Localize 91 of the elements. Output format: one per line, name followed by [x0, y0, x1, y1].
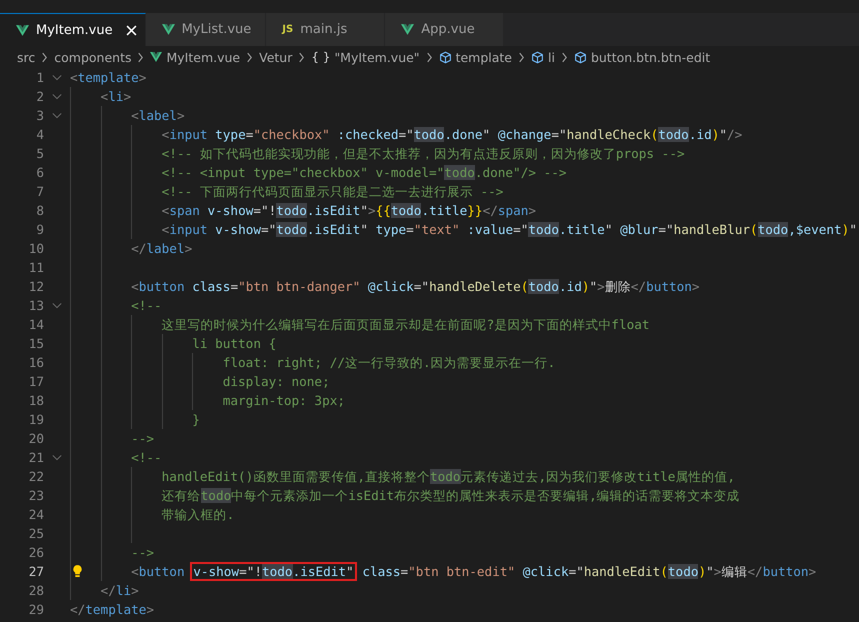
- cube-icon: [438, 50, 452, 64]
- cube-icon: [574, 50, 587, 64]
- code-line: <button v-show="!todo.isEdit" class="btn btn-edit" @click="handleEdit(todo)">编辑</button>: [130, 563, 816, 581]
- braces-icon: { }: [311, 50, 330, 64]
- breadcrumb-item[interactable]: "MyItem.vue": [334, 50, 420, 64]
- code-line: <!-- 如下代码也能实现功能，但是不太推荐，因为有点违反原则，因为修改了props -->: [160, 145, 685, 163]
- chevron-right-icon: [426, 52, 433, 62]
- code-line: <input type="checkbox" :checked="todo.done" @change="handleCheck(todo.id)"/>: [160, 126, 742, 144]
- line-number: 8: [35, 203, 44, 218]
- code-line: <li>: [100, 88, 132, 106]
- code-line: -->: [130, 544, 154, 562]
- line-number: 24: [28, 507, 44, 522]
- code-line: <span v-show="!todo.isEdit">{{todo.title}}</span>: [160, 202, 536, 220]
- breadcrumb-item[interactable]: button.btn.btn-edit: [590, 50, 710, 64]
- code-line: <label>: [130, 107, 185, 125]
- code-line: </template>: [70, 601, 154, 619]
- vue-logo-icon: [16, 24, 29, 36]
- chevron-down-icon[interactable]: [52, 112, 62, 119]
- code-line: handleEdit()函数里面需要传值,直接将整个todo元素传递过去,因为我们要修改title属性的值,: [160, 468, 736, 486]
- breadcrumb-item[interactable]: template: [456, 50, 512, 64]
- code-line: <button class="btn btn-danger" @click="handleDelete(todo.id)">删除</button>: [130, 278, 700, 296]
- line-number: 4: [35, 127, 44, 142]
- vue-logo-icon: [401, 24, 414, 35]
- code-line: <!--: [130, 297, 162, 315]
- line-number: 17: [28, 374, 44, 389]
- code-line: display: none;: [222, 373, 330, 391]
- code-line: margin-top: 3px;: [222, 392, 345, 410]
- code-line: <input v-show="todo.isEdit" type="text" :value="todo.title" @blur="handleBlur(todo,$event)": [160, 221, 857, 239]
- line-number: 27: [28, 564, 44, 579]
- chevron-right-icon: [41, 52, 48, 62]
- chevron-down-icon[interactable]: [52, 93, 62, 100]
- line-number: 23: [28, 488, 44, 503]
- code-line: <!--: [130, 449, 162, 467]
- code-line: }: [191, 411, 200, 429]
- line-number: 29: [28, 602, 44, 617]
- code-line: 这里写的时候为什么编辑写在后面页面显示却是在前面呢?是因为下面的样式中float: [160, 316, 650, 334]
- chevron-right-icon: [518, 52, 525, 62]
- vue-logo-icon: [150, 52, 162, 62]
- line-number: 18: [28, 393, 44, 408]
- breadcrumb-item[interactable]: components: [54, 50, 132, 64]
- lightbulb-icon[interactable]: [72, 564, 83, 579]
- breadcrumb-item[interactable]: Vetur: [259, 50, 292, 64]
- vue-logo-icon: [162, 24, 175, 35]
- line-number: 19: [28, 412, 44, 427]
- chevron-right-icon: [246, 52, 254, 62]
- line-number: 3: [35, 108, 44, 123]
- line-number: 16: [28, 355, 44, 370]
- line-number: 11: [28, 260, 44, 275]
- code-line: li button {: [191, 335, 276, 353]
- editor-tab[interactable]: App.vue: [385, 13, 504, 46]
- line-number: 28: [28, 583, 44, 598]
- js-icon: JS: [282, 24, 294, 35]
- chevron-down-icon[interactable]: [52, 454, 62, 461]
- line-number: 25: [28, 526, 44, 541]
- breadcrumb-item[interactable]: li: [548, 50, 555, 64]
- line-number: 22: [28, 469, 44, 484]
- code-line: 还有给todo中每个元素添加一个isEdit布尔类型的属性来表示是否要编辑,编辑的话需要将文本变成: [160, 487, 740, 505]
- chevron-right-icon: [298, 52, 306, 62]
- editor-tab[interactable]: MyItem.vue: [0, 13, 146, 46]
- code-line: <!-- 下面两行代码页面显示只能是二选一去进行展示 -->: [160, 183, 504, 201]
- code-line: </li>: [100, 582, 139, 600]
- code-line: 带输入框的.: [160, 506, 234, 524]
- code-line: </label>: [130, 240, 192, 258]
- close-icon[interactable]: [126, 24, 137, 36]
- line-number: 15: [28, 336, 44, 351]
- editor-tab[interactable]: JS main.js: [266, 13, 386, 46]
- line-number: 26: [28, 545, 44, 560]
- chevron-right-icon: [560, 52, 568, 62]
- line-number: 5: [35, 146, 44, 161]
- chevron-right-icon: [137, 52, 144, 62]
- line-number: 6: [35, 165, 44, 180]
- editor-tab[interactable]: MyList.vue: [146, 13, 266, 46]
- line-number: 21: [28, 450, 44, 465]
- breadcrumb-item[interactable]: MyItem.vue: [166, 50, 240, 64]
- code-line: <template>: [70, 69, 146, 87]
- line-number: 7: [35, 184, 44, 199]
- code-line: <!-- <input type="checkbox" v-model="todo.done"/> -->: [160, 164, 567, 182]
- line-number: 9: [35, 222, 44, 237]
- line-number: 14: [28, 317, 44, 332]
- code-line: float: right; //这一行导致的.因为需要显示在一行.: [222, 354, 556, 372]
- chevron-down-icon[interactable]: [52, 74, 62, 81]
- line-number: 12: [28, 279, 44, 294]
- line-number: 1: [35, 70, 44, 85]
- cube-icon: [531, 50, 544, 64]
- breadcrumb-item[interactable]: src: [17, 50, 36, 64]
- line-number: 10: [28, 241, 44, 256]
- line-number: 2: [35, 89, 44, 104]
- line-number: 20: [28, 431, 44, 446]
- line-number: 13: [28, 298, 44, 313]
- code-line: -->: [130, 430, 154, 448]
- chevron-down-icon[interactable]: [52, 302, 62, 309]
